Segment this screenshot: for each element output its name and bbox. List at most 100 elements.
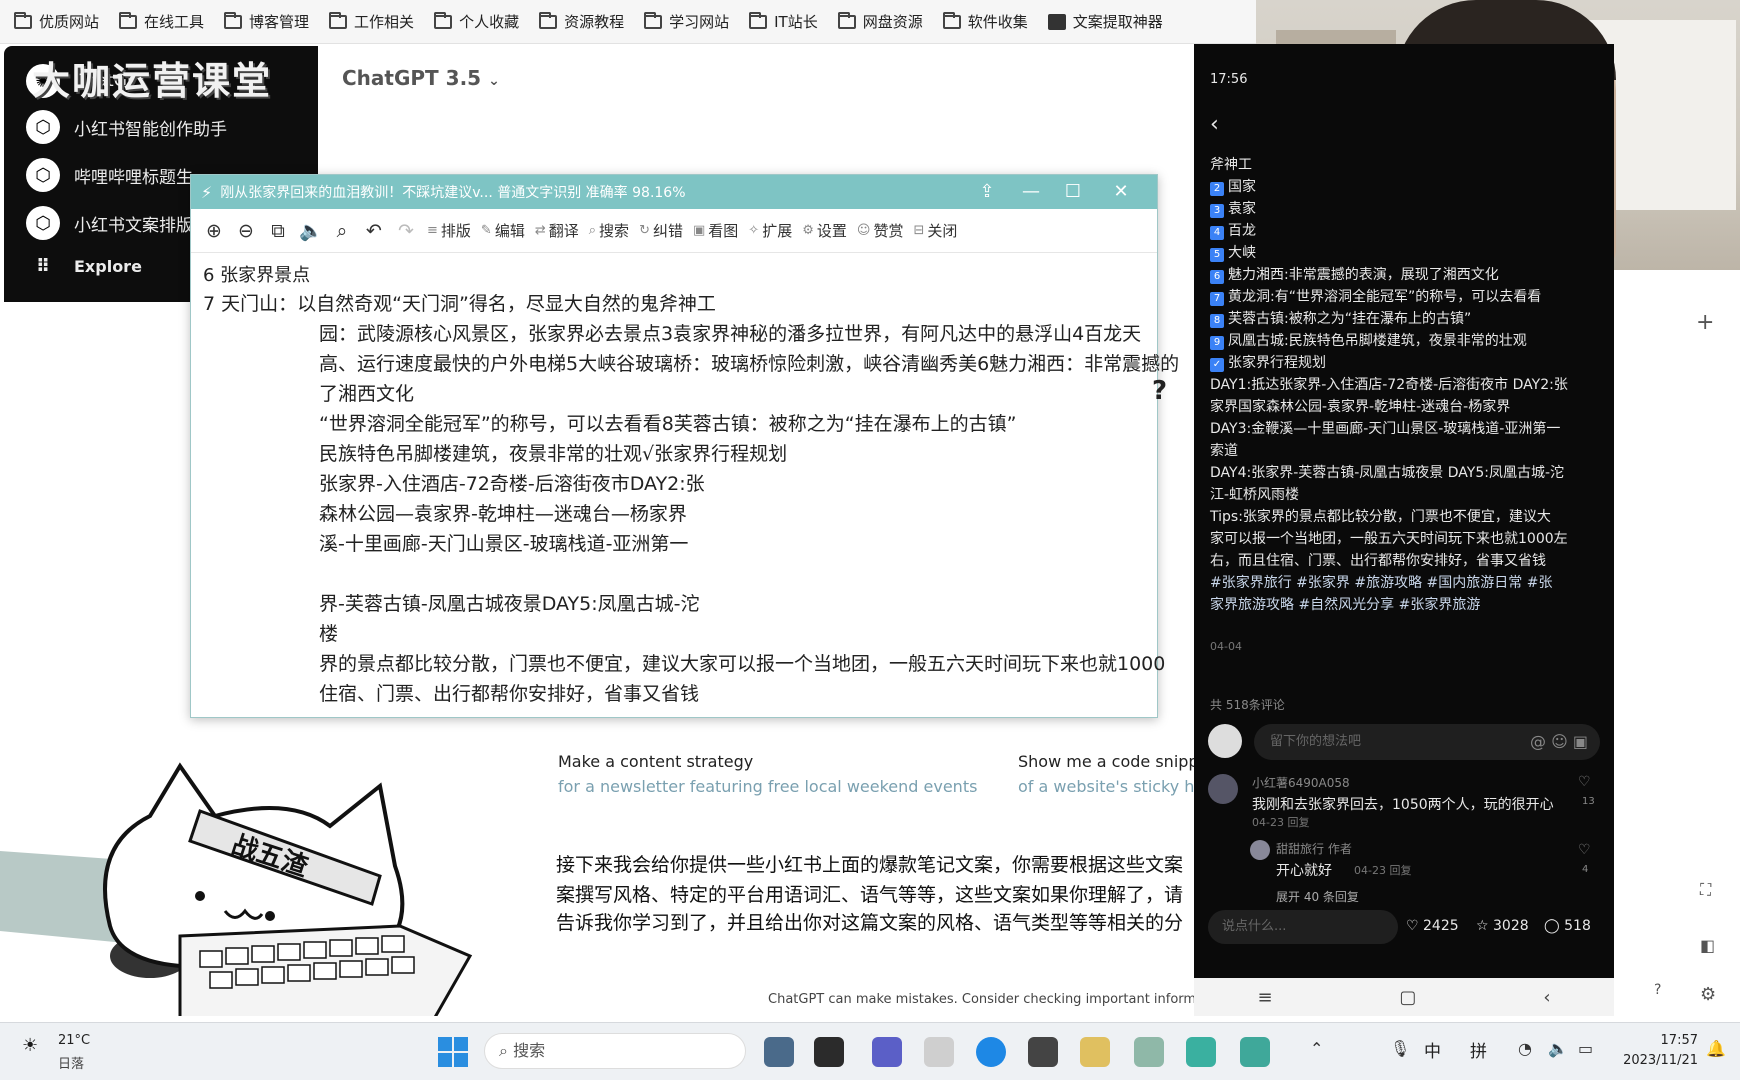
minimize-button[interactable]: —: [1011, 177, 1051, 207]
toolbar-button[interactable]: ⇄ 翻译: [535, 220, 579, 241]
app-icon[interactable]: [924, 1037, 954, 1067]
help-icon[interactable]: ?: [1152, 376, 1167, 406]
clock-time[interactable]: 17:57: [1632, 1033, 1698, 1048]
app-icon[interactable]: [764, 1037, 794, 1067]
maximize-button[interactable]: ☐: [1053, 177, 1093, 207]
bookmark-item[interactable]: 软件收集: [942, 11, 1028, 32]
folder-icon: [224, 11, 243, 29]
bookmark-item[interactable]: 在线工具: [119, 11, 204, 32]
bookmark-item[interactable]: 资源教程: [539, 11, 624, 32]
toolbar-button[interactable]: ⌕ 搜索: [589, 220, 629, 241]
image-icon[interactable]: @ ☺ ▣: [1530, 724, 1588, 760]
bookmark-item[interactable]: IT站长: [749, 11, 818, 32]
menu-icon[interactable]: ≡: [1257, 987, 1272, 1008]
app-icon[interactable]: [814, 1037, 844, 1067]
toolbar-button[interactable]: ↻ 纠错: [639, 220, 683, 241]
weather-desc[interactable]: 日落: [58, 1053, 84, 1072]
bookmark-item[interactable]: 学习网站: [644, 11, 729, 32]
avatar: [1250, 840, 1270, 860]
sidebar-item-bilibili-title[interactable]: ⬡ 哔哩哔哩标题生: [26, 158, 193, 192]
app-icon[interactable]: [1028, 1037, 1058, 1067]
comment-meta[interactable]: 04-23 回复: [1354, 862, 1411, 878]
battery-icon[interactable]: ▭: [1578, 1039, 1593, 1058]
undo-icon[interactable]: ↶: [363, 220, 385, 242]
windows-start-icon[interactable]: [438, 1037, 468, 1067]
gear-icon[interactable]: ⚙: [1700, 984, 1716, 1005]
app-icon[interactable]: [1240, 1037, 1270, 1067]
toolbar-button[interactable]: ☺ 赞赏: [857, 220, 904, 241]
toolbar-button[interactable]: ✧ 扩展: [748, 220, 792, 241]
bookmark-item[interactable]: 工作相关: [329, 11, 414, 32]
close-button[interactable]: ✕: [1101, 177, 1141, 207]
expand-replies[interactable]: 展开 40 条回复: [1276, 888, 1359, 905]
comment-count: 共 518条评论: [1210, 698, 1285, 712]
bookmark-item[interactable]: 文案提取神器: [1047, 11, 1163, 32]
back-icon[interactable]: ‹: [1543, 987, 1550, 1008]
notification-bell-icon[interactable]: 🔔: [1706, 1039, 1726, 1058]
search-icon[interactable]: ⌕: [331, 220, 353, 242]
zoom-in-icon[interactable]: ⊕: [203, 220, 225, 242]
bookmark-item[interactable]: 网盘资源: [837, 11, 923, 32]
pin-button[interactable]: ⇪: [967, 177, 1007, 207]
taskbar-search[interactable]: ⌕ 搜索: [484, 1033, 746, 1069]
hashtag-line[interactable]: #张家界旅行 #张家界 #旅游攻略 #国内旅游日常 #张: [1210, 572, 1552, 592]
bookmark-item[interactable]: 个人收藏: [434, 11, 519, 32]
back-icon[interactable]: ‹: [1210, 112, 1219, 137]
plus-icon[interactable]: +: [1696, 310, 1714, 335]
speaker-icon[interactable]: 🔈: [1548, 1039, 1568, 1058]
avatar: [1208, 774, 1238, 804]
panel-icon[interactable]: ◧: [1700, 936, 1715, 955]
phone-link-icon[interactable]: [1186, 1037, 1216, 1067]
toolbar-button[interactable]: ≡ 排版: [427, 220, 471, 241]
wifi-icon[interactable]: ◔: [1518, 1039, 1532, 1058]
clock-date[interactable]: 2023/11/21: [1612, 1053, 1698, 1068]
ocr-text-line: 民族特色吊脚楼建筑，夜景非常的壮观√张家界行程规划: [319, 443, 788, 465]
screenshot-icon[interactable]: ⛶: [1700, 880, 1711, 900]
toolbar-button[interactable]: ⚙ 设置: [802, 220, 847, 241]
help-icon[interactable]: ?: [1654, 982, 1661, 998]
hashtag-line[interactable]: 家界旅游攻略 #自然风光分享 #张家界旅游: [1210, 594, 1480, 614]
ime-pinyin[interactable]: 拼: [1470, 1037, 1487, 1062]
note-line: 家界国家森林公园-袁家界-乾坤柱-迷魂台-杨家界: [1210, 399, 1511, 415]
comment-input[interactable]: 留下你的想法吧 @ ☺ ▣: [1254, 724, 1600, 760]
weather-temp[interactable]: 21°C: [58, 1033, 90, 1048]
comment-icon: ◯: [1544, 918, 1560, 934]
note-line: 斧神工: [1210, 157, 1252, 173]
model-selector[interactable]: ChatGPT 3.5 ⌄: [342, 66, 500, 90]
copy-icon[interactable]: ⧉: [267, 220, 289, 242]
note-line: Tips:张家界的景点都比较分散，门票也不便宜，建议大: [1210, 509, 1551, 525]
ocr-text-line: 7 天门山：以自然奇观“天门洞”得名，尽显大自然的鬼斧神工: [203, 293, 716, 315]
toolbar-button[interactable]: ✎ 编辑: [481, 220, 525, 241]
edge-icon[interactable]: [976, 1037, 1006, 1067]
star-icon: ☆: [1476, 918, 1489, 934]
chevron-up-icon[interactable]: ⌃: [1310, 1039, 1323, 1058]
teams-icon[interactable]: [872, 1037, 902, 1067]
sidebar-item-xhs-layout[interactable]: ⬡ 小红书文案排版: [26, 206, 193, 240]
notes-icon[interactable]: [1080, 1037, 1110, 1067]
like-button[interactable]: ♡ 2425: [1406, 918, 1459, 934]
bookmark-item[interactable]: 优质网站: [14, 11, 99, 32]
toolbar-button[interactable]: ⊟ 关闭: [913, 220, 957, 241]
say-something-input[interactable]: 说点什么...: [1208, 910, 1398, 944]
collect-button[interactable]: ☆ 3028: [1476, 918, 1529, 934]
microphone-icon[interactable]: 🎙: [1390, 1039, 1410, 1058]
sidebar-item-explore[interactable]: ⠿ Explore: [26, 256, 142, 277]
folder-icon: [329, 11, 348, 29]
home-icon[interactable]: ▢: [1399, 987, 1416, 1008]
suggestion-card[interactable]: Show me a code snippe of a website's sti…: [1018, 752, 1194, 796]
heart-icon[interactable]: ♡: [1578, 774, 1591, 790]
taskbar: ☀ 21°C 日落 ⌕ 搜索 ⌃ 🎙 中 拼 ◔ 🔈 ▭ 17:57 2023/…: [0, 1022, 1740, 1080]
redo-icon[interactable]: ↷: [395, 220, 417, 242]
app-icon[interactable]: [1134, 1037, 1164, 1067]
folder-icon: [942, 11, 961, 29]
speaker-icon[interactable]: 🔈: [299, 219, 323, 242]
ime-mode[interactable]: 中: [1424, 1037, 1441, 1062]
suggestion-card[interactable]: Make a content strategy for a newsletter…: [558, 752, 977, 796]
sidebar-item-xhs-assistant[interactable]: ⬡ 小红书智能创作助手: [26, 110, 227, 144]
toolbar-button[interactable]: ▣ 看图: [693, 220, 738, 241]
zoom-out-icon[interactable]: ⊖: [235, 220, 257, 242]
heart-icon[interactable]: ♡: [1578, 842, 1591, 858]
bookmark-item[interactable]: 博客管理: [224, 11, 309, 32]
comment-button[interactable]: ◯ 518: [1544, 918, 1591, 934]
comment-meta[interactable]: 04-23 回复: [1252, 814, 1309, 830]
